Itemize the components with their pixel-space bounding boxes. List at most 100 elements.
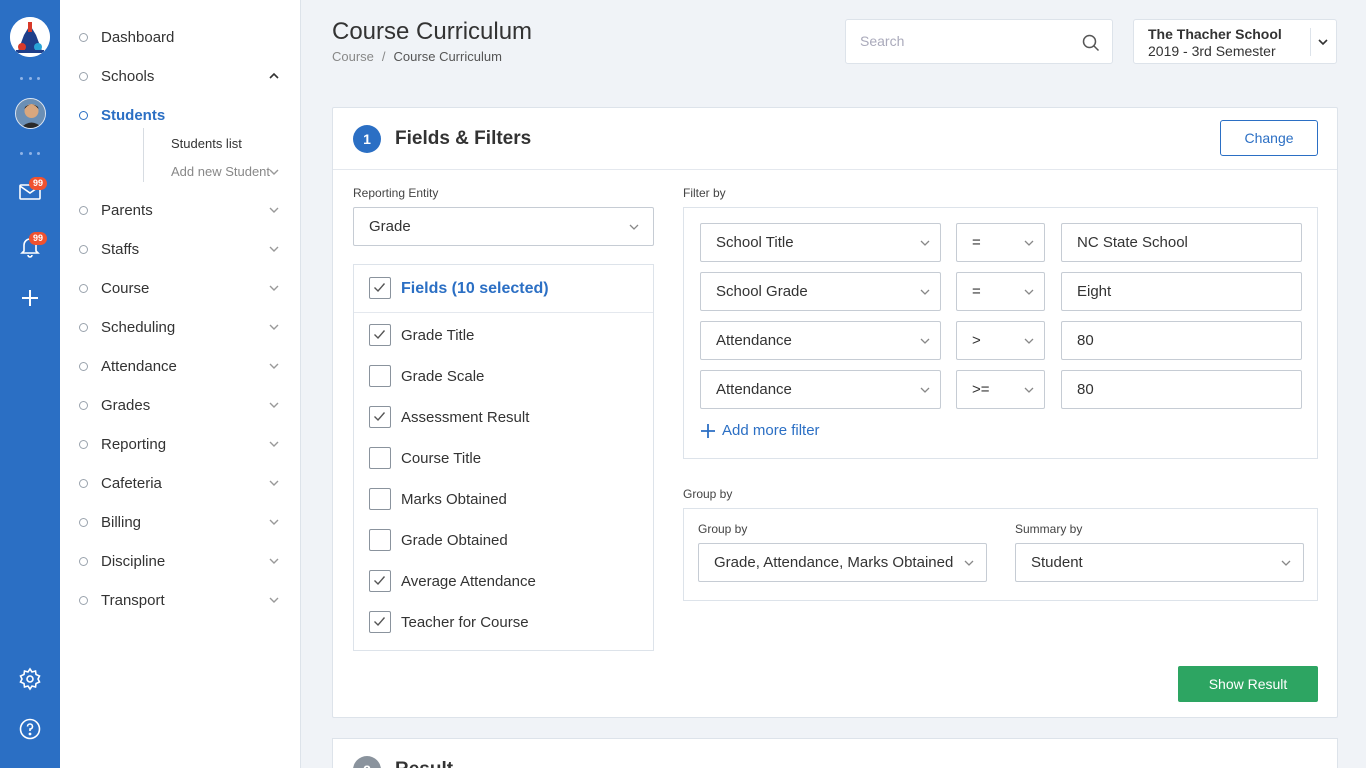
reporting-entity-select[interactable]: Grade — [353, 207, 654, 246]
sidebar-item-schools[interactable]: Schools — [60, 61, 301, 91]
sidebar-item-parents[interactable]: Parents — [60, 195, 301, 225]
divider — [1310, 28, 1311, 56]
sidebar-subitem-add-new-student[interactable]: Add new Student — [171, 164, 270, 179]
chevron-down-icon[interactable] — [268, 282, 280, 294]
field-checkbox-grade-title[interactable] — [369, 324, 391, 346]
sidebar-item-label: Grades — [101, 396, 151, 414]
sidebar-item-label: Scheduling — [101, 318, 176, 336]
field-checkbox-course-title[interactable] — [369, 447, 391, 469]
select-all-checkbox[interactable] — [369, 277, 391, 299]
field-label: Grade Title — [401, 327, 475, 344]
sidebar-item-staffs[interactable]: Staffs — [60, 234, 301, 264]
field-checkbox-marks-obtained[interactable] — [369, 488, 391, 510]
sidebar-item-students[interactable]: Students — [60, 100, 301, 130]
bullet-icon — [79, 478, 88, 488]
page-title: Course Curriculum — [332, 18, 533, 45]
chevron-down-icon — [920, 240, 930, 246]
chevron-down-icon[interactable] — [268, 555, 280, 567]
mail-badge: 99 — [29, 177, 48, 190]
chevron-down-icon[interactable] — [268, 438, 280, 450]
chevron-down-icon[interactable] — [268, 321, 280, 333]
change-button[interactable]: Change — [1220, 120, 1318, 156]
summary-by-label: Summary by — [1015, 522, 1083, 536]
school-logo[interactable] — [10, 17, 50, 57]
bullet-icon — [79, 110, 88, 120]
sidebar-item-discipline[interactable]: Discipline — [60, 546, 301, 576]
bullet-icon — [79, 517, 88, 527]
field-checkbox-average-attendance[interactable] — [369, 570, 391, 592]
sidebar-item-reporting[interactable]: Reporting — [60, 429, 301, 459]
sidebar-item-grades[interactable]: Grades — [60, 390, 301, 420]
field-checkbox-grade-obtained[interactable] — [369, 529, 391, 551]
chevron-down-icon — [1024, 240, 1034, 246]
chevron-down-icon[interactable] — [268, 399, 280, 411]
chevron-down-icon[interactable] — [268, 477, 280, 489]
search-icon[interactable] — [1082, 34, 1100, 52]
filter-field-select[interactable]: School Title — [700, 223, 941, 262]
field-checkbox-teacher-for-course[interactable] — [369, 611, 391, 633]
filter-field-select[interactable]: Attendance — [700, 370, 941, 409]
summary-by-select[interactable]: Student — [1015, 543, 1304, 582]
field-checkbox-grade-scale[interactable] — [369, 365, 391, 387]
bullet-icon — [79, 283, 88, 293]
step-number: 1 — [353, 125, 381, 153]
sidebar-item-attendance[interactable]: Attendance — [60, 351, 301, 381]
chevron-down-icon — [920, 387, 930, 393]
breadcrumb: Course / Course Curriculum — [332, 49, 502, 64]
add-filter-button[interactable]: Add more filter — [700, 422, 820, 439]
field-label: Assessment Result — [401, 409, 530, 426]
filter-value-input[interactable] — [1077, 283, 1277, 300]
bullet-icon — [79, 595, 88, 605]
filter-value-input[interactable] — [1077, 381, 1277, 398]
sidebar-item-course[interactable]: Course — [60, 273, 301, 303]
sidebar-item-cafeteria[interactable]: Cafeteria — [60, 468, 301, 498]
gear-icon[interactable] — [18, 667, 42, 691]
chevron-down-icon[interactable] — [268, 166, 280, 178]
filter-value-input[interactable] — [1077, 332, 1277, 349]
sidebar-item-label: Discipline — [101, 552, 166, 570]
help-icon[interactable] — [18, 717, 42, 741]
filter-value-field — [1061, 272, 1302, 311]
user-avatar[interactable] — [15, 98, 46, 129]
bullet-icon — [79, 400, 88, 410]
check-icon — [374, 576, 386, 586]
chevron-down-icon[interactable] — [1317, 36, 1329, 48]
sidebar-item-label: Students — [101, 106, 166, 124]
plus-icon[interactable] — [18, 286, 42, 310]
chevron-down-icon — [1024, 338, 1034, 344]
sidebar-item-scheduling[interactable]: Scheduling — [60, 312, 301, 342]
chevron-down-icon[interactable] — [268, 360, 280, 372]
field-checkbox-assessment-result[interactable] — [369, 406, 391, 428]
filter-field-select[interactable]: Attendance — [700, 321, 941, 360]
sidebar: Dashboard Schools Students Students list… — [60, 0, 301, 768]
field-label: Course Title — [401, 450, 482, 467]
chevron-down-icon[interactable] — [268, 204, 280, 216]
sidebar-item-billing[interactable]: Billing — [60, 507, 301, 537]
show-result-button[interactable]: Show Result — [1178, 666, 1318, 702]
sidebar-subitem-students-list[interactable]: Students list — [171, 136, 242, 151]
group-by-select[interactable]: Grade, Attendance, Marks Obtained — [698, 543, 987, 582]
chevron-down-icon[interactable] — [268, 594, 280, 606]
sidebar-item-label: Billing — [101, 513, 142, 531]
filter-value-input[interactable] — [1077, 234, 1277, 251]
field-label: Grade Obtained — [401, 532, 508, 549]
chevron-down-icon — [1281, 560, 1291, 566]
filter-operator-select[interactable]: = — [956, 223, 1045, 262]
filter-operator-select[interactable]: >= — [956, 370, 1045, 409]
filter-operator-select[interactable]: > — [956, 321, 1045, 360]
sidebar-item-label: Reporting — [101, 435, 167, 453]
sidebar-item-transport[interactable]: Transport — [60, 585, 301, 615]
chevron-down-icon[interactable] — [268, 516, 280, 528]
bullet-icon — [79, 556, 88, 566]
chevron-up-icon[interactable] — [268, 70, 280, 82]
sidebar-item-dashboard[interactable]: Dashboard — [60, 22, 301, 52]
chevron-down-icon — [920, 289, 930, 295]
school-selector[interactable]: The Thacher School 2019 - 3rd Semester — [1133, 19, 1337, 64]
filter-operator-select[interactable]: = — [956, 272, 1045, 311]
search-input[interactable] — [860, 33, 1070, 49]
chevron-down-icon[interactable] — [268, 243, 280, 255]
sidebar-item-label: Cafeteria — [101, 474, 162, 492]
sidebar-item-label: Staffs — [101, 240, 140, 258]
breadcrumb-course[interactable]: Course — [332, 49, 374, 64]
filter-field-select[interactable]: School Grade — [700, 272, 941, 311]
